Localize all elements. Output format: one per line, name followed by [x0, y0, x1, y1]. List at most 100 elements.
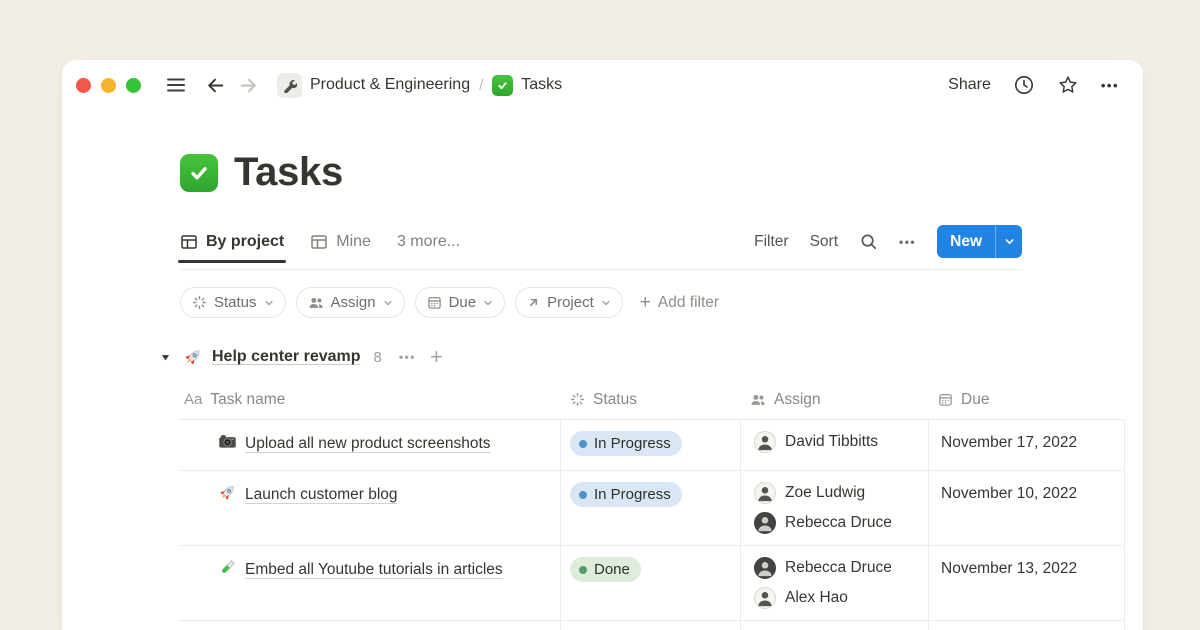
assign-cell[interactable]: David Tibbitts — [740, 420, 928, 470]
status-pill[interactable]: In Progress — [570, 482, 682, 507]
assignee-name: Alex Hao — [785, 589, 848, 607]
close-window-button[interactable] — [76, 78, 91, 93]
more-options-button[interactable]: ••• — [1101, 78, 1119, 93]
task-name-cell[interactable]: Embed all Youtube tutorials in articles — [178, 546, 560, 620]
filter-chip-assign[interactable]: Assign — [296, 287, 405, 318]
sort-button[interactable]: Sort — [810, 233, 838, 251]
task-name-cell[interactable]: Launch customer blog — [178, 471, 560, 545]
rocket-icon — [218, 483, 237, 510]
filter-chip-label: Due — [449, 294, 477, 311]
status-label: In Progress — [594, 435, 671, 452]
new-button-label[interactable]: New — [937, 225, 995, 258]
filter-chip-label: Assign — [331, 294, 376, 311]
table-row: Embed all Youtube tutorials in articles … — [178, 546, 1125, 621]
breadcrumb-page[interactable]: Tasks — [492, 75, 562, 96]
column-header-assign[interactable]: Assign — [740, 380, 928, 420]
filter-button[interactable]: Filter — [754, 233, 788, 251]
assign-cell[interactable]: Rebecca Druce Alex Hao — [740, 546, 928, 620]
check-mark-icon — [492, 75, 513, 96]
table-row: Launch customer blog In Progress Zoe Lud… — [178, 471, 1125, 546]
tab-by-project[interactable]: By project — [180, 233, 284, 251]
assignee[interactable]: Alex Hao — [754, 587, 918, 609]
assign-cell[interactable]: Rebecca Druce — [740, 621, 928, 630]
assignee[interactable]: David Tibbitts — [754, 431, 918, 453]
assignee[interactable]: Zoe Ludwig — [754, 482, 918, 504]
task-link[interactable]: Upload all new product screenshots — [245, 435, 491, 452]
page-header: Tasks — [180, 150, 1143, 195]
chevron-down-icon — [483, 298, 493, 308]
status-cell[interactable]: In Progress — [560, 471, 740, 545]
back-arrow-icon[interactable] — [205, 75, 226, 96]
status-cell[interactable]: In Progress — [560, 420, 740, 470]
status-dot — [579, 491, 587, 499]
column-header-due[interactable]: Due — [928, 380, 1125, 420]
zoom-window-button[interactable] — [126, 78, 141, 93]
group-more-button[interactable]: ••• — [399, 350, 416, 364]
window-topbar: Product & Engineering / Tasks Share ••• — [62, 60, 1143, 110]
tab-label: Mine — [336, 233, 371, 251]
new-button[interactable]: New — [937, 225, 1022, 258]
tasks-table: Aa Task name Status Assign Due — [178, 380, 1125, 630]
table-row: Upload all new product screenshots In Pr… — [178, 420, 1125, 471]
table-view-icon — [180, 233, 198, 251]
status-cell[interactable]: Not Started — [560, 621, 740, 630]
group-add-button[interactable]: + — [430, 346, 443, 368]
share-button[interactable]: Share — [948, 76, 991, 94]
assignee[interactable]: Rebecca Druce — [754, 512, 918, 534]
add-filter-label: Add filter — [658, 294, 719, 312]
status-label: Done — [594, 561, 630, 578]
due-cell[interactable]: November 13, 2022 — [928, 546, 1125, 620]
breadcrumb-workspace[interactable]: Product & Engineering — [277, 73, 470, 98]
minimize-window-button[interactable] — [101, 78, 116, 93]
tab-label: 3 more... — [397, 233, 460, 251]
new-button-chevron-down-icon[interactable] — [995, 225, 1022, 258]
calendar-icon — [427, 295, 442, 310]
view-toolbar: By project Mine 3 more... Filter Sort ••… — [180, 225, 1022, 270]
status-burst-icon — [192, 295, 207, 310]
wrench-icon — [277, 73, 302, 98]
assignee-name: David Tibbitts — [785, 433, 878, 451]
assignee[interactable]: Rebecca Druce — [754, 557, 918, 579]
view-more-button[interactable]: ••• — [899, 235, 916, 249]
avatar — [754, 482, 776, 504]
tab-label: By project — [206, 233, 284, 251]
due-cell[interactable]: November 17, 2022 — [928, 420, 1125, 470]
add-filter-button[interactable]: + Add filter — [640, 293, 719, 312]
filter-chip-project[interactable]: Project — [515, 287, 623, 318]
task-name-cell[interactable]: Upload all new product screenshots — [178, 420, 560, 470]
filter-chip-status[interactable]: Status — [180, 287, 286, 318]
task-link[interactable]: Launch customer blog — [245, 486, 398, 503]
task-name-cell[interactable]: Final website audit — [178, 621, 560, 630]
tab-mine[interactable]: Mine — [310, 233, 371, 251]
task-link[interactable]: Embed all Youtube tutorials in articles — [245, 561, 503, 578]
assign-cell[interactable]: Zoe Ludwig Rebecca Druce — [740, 471, 928, 545]
due-cell[interactable]: November 10, 2022 — [928, 471, 1125, 545]
due-cell[interactable]: November 18, 2022 → November 20, 2022 — [928, 621, 1125, 630]
calendar-icon — [938, 392, 953, 407]
group-title[interactable]: Help center revamp — [212, 348, 361, 366]
sidebar-menu-icon[interactable] — [165, 74, 187, 96]
collapse-triangle-icon[interactable] — [160, 352, 171, 363]
status-pill[interactable]: Done — [570, 557, 641, 582]
status-cell[interactable]: Done — [560, 546, 740, 620]
arrow-up-right-icon — [527, 296, 540, 309]
search-icon[interactable] — [859, 232, 878, 251]
star-icon[interactable] — [1057, 74, 1079, 96]
chevron-down-icon — [264, 298, 274, 308]
clock-icon[interactable] — [1013, 74, 1035, 96]
column-label: Assign — [774, 391, 821, 409]
assignee-name: Rebecca Druce — [785, 559, 892, 577]
column-label: Status — [593, 391, 637, 409]
view-controls: Filter Sort ••• New — [754, 225, 1022, 258]
window-controls — [76, 78, 141, 93]
column-label: Due — [961, 391, 989, 409]
column-header-task-name[interactable]: Aa Task name — [178, 380, 560, 420]
tab-more-views[interactable]: 3 more... — [397, 233, 460, 251]
status-pill[interactable]: In Progress — [570, 431, 682, 456]
column-header-status[interactable]: Status — [560, 380, 740, 420]
forward-arrow-icon[interactable] — [238, 75, 259, 96]
people-icon — [308, 296, 324, 310]
filter-chip-due[interactable]: Due — [415, 287, 506, 318]
chevron-down-icon — [383, 298, 393, 308]
filter-chip-label: Project — [547, 294, 594, 311]
